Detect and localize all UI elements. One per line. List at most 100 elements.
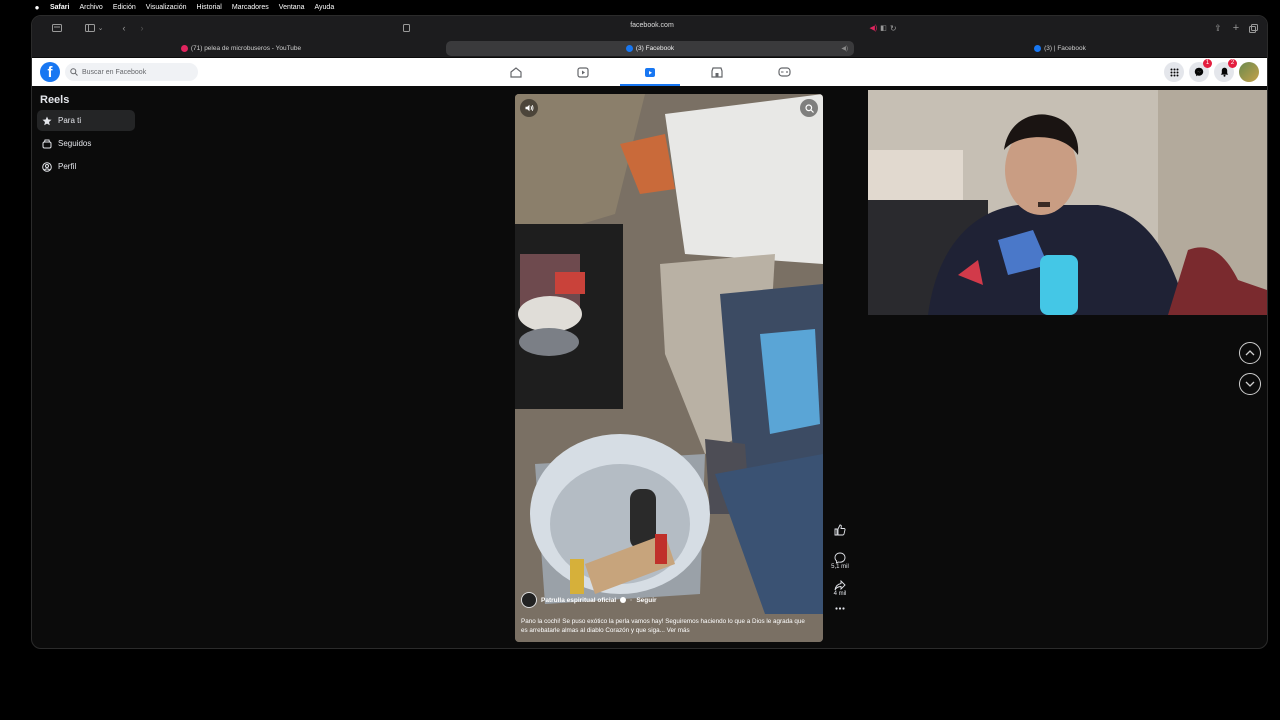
- video-icon: [577, 66, 589, 78]
- back-icon[interactable]: ‹: [118, 21, 130, 35]
- menu-grid-button[interactable]: [1164, 62, 1184, 82]
- comment-icon: [834, 552, 846, 564]
- like-button[interactable]: [834, 524, 846, 536]
- reel-actions: 5,1 mil 4 mil: [828, 524, 852, 620]
- author-name[interactable]: Patrulla espiritual oficial: [541, 597, 616, 604]
- nav-marketplace[interactable]: [687, 58, 747, 86]
- more-icon: [835, 607, 845, 610]
- sidebar-item-para-ti[interactable]: Para ti: [37, 110, 135, 131]
- sidebar-toggle-icon[interactable]: ⌄: [82, 21, 106, 35]
- nav-video[interactable]: [553, 58, 613, 86]
- avatar[interactable]: [1239, 62, 1259, 82]
- following-icon: [42, 139, 52, 148]
- chevron-up-icon: [1245, 350, 1255, 356]
- facebook-icon: [1034, 45, 1042, 52]
- tab-label: (3) Facebook: [635, 45, 675, 52]
- sidebar-item-perfil[interactable]: Perfil: [37, 156, 135, 177]
- tab-bar: (71) pelea de microbuseros - YouTube (3)…: [32, 40, 1267, 57]
- messenger-badge: 1: [1203, 59, 1212, 68]
- next-reel-button[interactable]: [1239, 373, 1261, 395]
- tab-indicators: ◀) ◧ ↻: [868, 21, 898, 35]
- reel-author: Patrulla espiritual oficial · Seguir: [521, 592, 657, 608]
- browser-window: ⌄ ‹ › facebook.com ◀) ◧ ↻ ⇪ + (71) pelea…: [31, 15, 1268, 649]
- tab-audio-icon[interactable]: ◀): [841, 45, 848, 52]
- tab-youtube[interactable]: (71) pelea de microbuseros - YouTube: [40, 41, 442, 56]
- share-arrow-icon: [834, 580, 846, 591]
- author-avatar[interactable]: [521, 592, 537, 608]
- more-options-button[interactable]: [835, 607, 845, 610]
- profile-icon: [42, 161, 52, 172]
- address-bar[interactable]: facebook.com: [592, 22, 712, 34]
- previous-reel-button[interactable]: [1239, 342, 1261, 364]
- search-icon: [804, 103, 814, 113]
- webcam-feed: [868, 90, 1267, 315]
- bell-icon: [1220, 67, 1228, 77]
- search-placeholder: Buscar en Facebook: [82, 68, 147, 76]
- share-count: 4 mil: [833, 591, 847, 597]
- tab-facebook-2[interactable]: (3) | Facebook: [858, 41, 1262, 56]
- browser-toolbar: ⌄ ‹ › facebook.com ◀) ◧ ↻ ⇪ +: [32, 16, 1267, 40]
- menu-archivo[interactable]: Archivo: [79, 4, 102, 11]
- menu-ayuda[interactable]: Ayuda: [314, 4, 334, 11]
- menu-visualizacion[interactable]: Visualización: [146, 4, 187, 11]
- notifications-badge: 2: [1228, 59, 1237, 68]
- thumbs-up-icon: [834, 524, 846, 536]
- facebook-logo-icon[interactable]: f: [40, 62, 60, 82]
- nav-home[interactable]: [486, 58, 546, 86]
- reel-caption[interactable]: Pano la cochi! Se puso exótico la perla …: [521, 617, 811, 635]
- page-menu-icon[interactable]: [400, 21, 412, 35]
- tab-facebook-active[interactable]: (3) Facebook ◀): [446, 41, 854, 56]
- grid-icon: [1170, 68, 1178, 76]
- verified-icon: [620, 597, 627, 603]
- sidebar-item-label: Perfil: [58, 162, 77, 171]
- tab-grid-icon[interactable]: [1247, 21, 1259, 35]
- search-input[interactable]: Buscar en Facebook: [65, 63, 198, 81]
- marketplace-icon: [711, 66, 723, 78]
- mute-toggle[interactable]: [520, 99, 538, 117]
- messenger-button[interactable]: 1: [1189, 59, 1212, 82]
- sidebar-item-label: Para ti: [58, 116, 82, 125]
- header-right-icons: 1 2: [1164, 59, 1259, 82]
- sidebar-item-label: Seguidos: [58, 139, 92, 148]
- sidebar-item-seguidos[interactable]: Seguidos: [37, 133, 135, 154]
- macos-menu-bar: ● Safari Archivo Edición Visualización H…: [0, 0, 1280, 14]
- share-button[interactable]: 4 mil: [833, 580, 847, 597]
- apple-icon[interactable]: ●: [32, 3, 42, 12]
- facebook-header: f Buscar en Facebook 1 2: [32, 58, 1267, 86]
- menu-marcadores[interactable]: Marcadores: [232, 4, 269, 11]
- sidebar-title: Reels: [40, 94, 70, 106]
- comment-count: 5,1 mil: [831, 564, 849, 570]
- follow-button[interactable]: Seguir: [636, 597, 656, 604]
- separator-dot: ·: [630, 596, 633, 604]
- translate-icon[interactable]: ◧: [880, 24, 887, 32]
- reel-search-button[interactable]: [800, 99, 818, 117]
- comment-button[interactable]: 5,1 mil: [831, 552, 849, 570]
- audio-icon[interactable]: ◀): [869, 24, 877, 32]
- menu-historial[interactable]: Historial: [197, 4, 222, 11]
- menu-safari[interactable]: Safari: [50, 4, 69, 11]
- messenger-icon: [1194, 67, 1204, 77]
- reel-video-frame: [515, 94, 823, 642]
- webcam-overlay: [868, 90, 1267, 315]
- chevron-down-icon: [1245, 381, 1255, 387]
- menu-ventana[interactable]: Ventana: [279, 4, 305, 11]
- nav-gaming[interactable]: [754, 58, 814, 86]
- nav-reels[interactable]: [620, 58, 680, 86]
- search-icon: [70, 68, 78, 76]
- new-tab-icon[interactable]: +: [1230, 21, 1242, 35]
- menu-edicion[interactable]: Edición: [113, 4, 136, 11]
- tab-label: (71) pelea de microbuseros - YouTube: [190, 45, 302, 52]
- reload-icon[interactable]: ↻: [890, 24, 897, 33]
- volume-icon: [525, 104, 533, 112]
- share-icon[interactable]: ⇪: [1212, 21, 1224, 35]
- notifications-button[interactable]: 2: [1214, 59, 1237, 82]
- youtube-icon: [180, 45, 188, 52]
- reels-icon: [645, 67, 655, 77]
- tab-label: (3) | Facebook: [1044, 45, 1086, 52]
- reel-video[interactable]: Patrulla espiritual oficial · Seguir Pan…: [515, 94, 823, 642]
- star-icon: [42, 116, 52, 125]
- tab-overview-icon[interactable]: [50, 21, 64, 35]
- home-icon: [510, 66, 522, 78]
- forward-icon[interactable]: ›: [136, 21, 148, 35]
- gaming-icon: [777, 67, 791, 77]
